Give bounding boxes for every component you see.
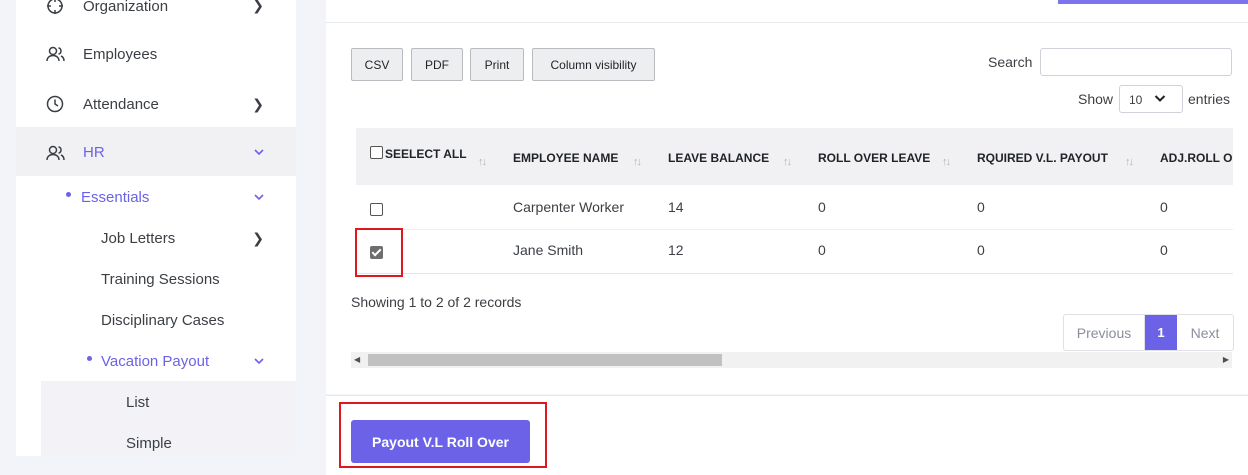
sidebar-item-training-sessions[interactable]: Training Sessions <box>16 267 296 293</box>
users-icon <box>46 45 65 67</box>
sidebar-item-list[interactable]: List <box>16 390 296 416</box>
clock-icon <box>46 95 64 117</box>
checkbox-highlight-box <box>355 228 403 277</box>
required-payout-cell: 0 <box>977 242 985 258</box>
column-header-employee-name[interactable]: EMPLOYEE NAME <box>513 151 618 165</box>
entries-select-value: 10 <box>1129 93 1143 107</box>
entries-select[interactable]: 10 <box>1119 85 1183 113</box>
horizontal-scrollbar[interactable]: ◀ ▶ <box>351 352 1232 368</box>
sort-icon[interactable]: ↑↓ <box>1125 156 1134 168</box>
sidebar-item-label: HR <box>83 144 105 161</box>
column-header-adj-roll-over[interactable]: ADJ.ROLL O <box>1160 151 1232 165</box>
sort-icon[interactable]: ↑↓ <box>478 156 487 168</box>
sidebar-item-label: Training Sessions <box>101 271 220 288</box>
chevron-down-icon <box>1154 91 1166 106</box>
chevron-right-icon: ❯ <box>252 96 264 112</box>
table-row[interactable]: Jane Smith 12 0 0 0 <box>356 229 1233 272</box>
sort-icon[interactable]: ↑↓ <box>783 156 792 168</box>
required-payout-cell: 0 <box>977 199 985 215</box>
sidebar-item-essentials[interactable]: Essentials <box>16 185 296 211</box>
sidebar-item-label: Employees <box>83 46 158 63</box>
csv-button[interactable]: CSV <box>351 48 403 81</box>
employee-name-cell: Carpenter Worker <box>513 199 625 215</box>
chevron-right-icon: ❯ <box>252 230 264 246</box>
print-button[interactable]: Print <box>470 48 524 81</box>
pdf-button[interactable]: PDF <box>411 48 463 81</box>
entries-label: entries <box>1188 91 1231 107</box>
users-icon <box>46 144 65 166</box>
previous-page-button[interactable]: Previous <box>1064 315 1145 350</box>
sidebar-item-label: Simple <box>126 435 172 452</box>
sidebar-item-organization[interactable]: Organization ❯ <box>16 0 296 18</box>
employees-table: SEELECT ALL ↑↓ EMPLOYEE NAME ↑↓ LEAVE BA… <box>356 128 1233 274</box>
sidebar-item-label: Disciplinary Cases <box>101 312 225 329</box>
sidebar-item-simple[interactable]: Simple <box>16 431 296 456</box>
next-page-button[interactable]: Next <box>1177 315 1233 350</box>
table-row[interactable]: Carpenter Worker 14 0 0 0 <box>356 186 1233 230</box>
chevron-right-icon: ❯ <box>252 0 264 13</box>
sidebar-item-label: Organization <box>83 0 169 15</box>
sidebar-item-label: Attendance <box>83 96 159 113</box>
column-header-required-payout[interactable]: RQUIRED V.L. PAYOUT <box>977 151 1108 165</box>
scroll-right-icon[interactable]: ▶ <box>1223 355 1229 364</box>
sidebar-item-label: List <box>126 394 150 411</box>
bullet-dot-icon <box>66 192 71 197</box>
scrollbar-thumb[interactable] <box>368 354 722 366</box>
leave-balance-cell: 12 <box>668 242 684 258</box>
chevron-down-icon <box>254 188 264 204</box>
sidebar-item-vacation-payout[interactable]: Vacation Payout <box>16 349 296 375</box>
sidebar-item-disciplinary-cases[interactable]: Disciplinary Cases <box>16 308 296 334</box>
bullet-dot-icon <box>87 356 92 361</box>
chevron-down-icon <box>254 352 264 368</box>
sort-icon[interactable]: ↑↓ <box>942 156 951 168</box>
crosshair-icon <box>46 0 64 19</box>
sidebar: Organization ❯ Employees Attendance ❯ HR… <box>16 0 296 456</box>
pagination: Previous 1 Next <box>1063 314 1234 351</box>
sidebar-item-label: Essentials <box>81 189 150 206</box>
adj-roll-cell: 0 <box>1160 242 1168 258</box>
column-header-roll-over-leave[interactable]: ROLL OVER LEAVE <box>818 151 930 165</box>
column-header-leave-balance[interactable]: LEAVE BALANCE <box>668 151 769 165</box>
table-header: SEELECT ALL ↑↓ EMPLOYEE NAME ↑↓ LEAVE BA… <box>356 128 1233 185</box>
sidebar-item-label: Vacation Payout <box>101 353 210 370</box>
header-accent-button[interactable] <box>1058 0 1248 4</box>
roll-over-cell: 0 <box>818 199 826 215</box>
sidebar-item-attendance[interactable]: Attendance ❯ <box>16 90 296 118</box>
sidebar-item-hr[interactable]: HR <box>16 127 296 176</box>
roll-over-cell: 0 <box>818 242 826 258</box>
chevron-down-icon <box>254 143 264 159</box>
search-label: Search <box>988 54 1033 70</box>
page-1-button[interactable]: 1 <box>1145 315 1177 350</box>
select-all-checkbox[interactable] <box>370 146 383 159</box>
show-label: Show <box>1078 91 1114 107</box>
scroll-left-icon[interactable]: ◀ <box>354 355 360 364</box>
sidebar-item-employees[interactable]: Employees <box>16 40 296 68</box>
row-checkbox[interactable] <box>370 203 383 216</box>
records-info-text: Showing 1 to 2 of 2 records <box>351 294 522 310</box>
employee-name-cell: Jane Smith <box>513 242 584 258</box>
sidebar-item-label: Job Letters <box>101 230 176 247</box>
column-visibility-button[interactable]: Column visibility <box>532 48 655 81</box>
sort-icon[interactable]: ↑↓ <box>633 156 642 168</box>
sidebar-item-job-letters[interactable]: Job Letters ❯ <box>16 226 296 252</box>
leave-balance-cell: 14 <box>668 199 684 215</box>
top-header-strip <box>326 0 1248 23</box>
payout-button-highlight-box <box>339 402 547 468</box>
adj-roll-cell: 0 <box>1160 199 1168 215</box>
search-input[interactable] <box>1040 48 1232 76</box>
column-header-select-all[interactable]: SEELECT ALL <box>385 147 467 161</box>
